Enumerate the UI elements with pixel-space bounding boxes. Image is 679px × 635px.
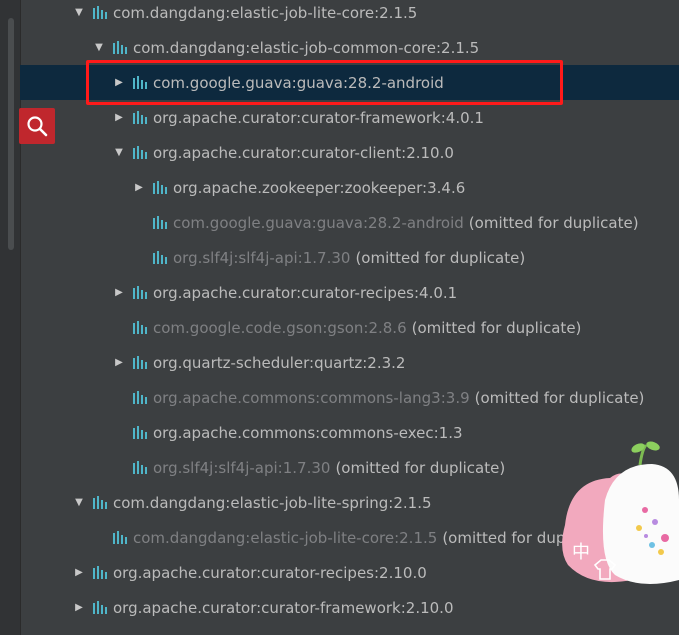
library-icon-wrap: [126, 285, 153, 300]
tree-row[interactable]: ▶ org.apache.curator:curator-framework:4.…: [20, 100, 679, 135]
dependency-coordinate: org.apache.curator:curator-recipes:2.10.…: [113, 563, 427, 582]
floating-sticker[interactable]: 中: [560, 440, 679, 590]
search-icon: [27, 116, 48, 137]
library-icon-wrap: [146, 250, 173, 265]
sticker-illustration: 中: [562, 441, 679, 584]
triangle-down-icon[interactable]: ▼: [112, 146, 126, 160]
omitted-note: (omitted for duplicate): [468, 213, 639, 232]
maven-library-icon: [133, 355, 147, 369]
tree-row[interactable]: com.google.guava:guava:28.2-android (omit…: [20, 205, 679, 240]
maven-library-icon: [93, 5, 107, 19]
library-icon-wrap: [126, 355, 153, 370]
maven-library-icon: [93, 600, 107, 614]
dependency-coordinate: com.google.code.gson:gson:2.8.6: [153, 318, 407, 337]
library-icon-wrap: [126, 320, 153, 335]
maven-library-icon: [153, 215, 167, 229]
maven-library-icon: [153, 250, 167, 264]
triangle-down-icon[interactable]: ▼: [92, 41, 106, 55]
omitted-note: (omitted for duplicate): [474, 388, 645, 407]
tree-row[interactable]: ▶ org.apache.zookeeper:zookeeper:3.4.6: [20, 170, 679, 205]
maven-library-icon: [133, 425, 147, 439]
maven-library-icon: [153, 180, 167, 194]
dependency-coordinate: org.apache.curator:curator-framework:4.0…: [153, 108, 484, 127]
library-icon-wrap: [86, 5, 113, 20]
triangle-right-icon[interactable]: ▶: [112, 111, 126, 125]
dependency-coordinate: org.apache.commons:commons-lang3:3.9: [153, 388, 470, 407]
dependency-coordinate: org.apache.commons:commons-exec:1.3: [153, 423, 463, 442]
library-icon-wrap: [126, 390, 153, 405]
library-icon-wrap: [106, 40, 133, 55]
triangle-right-icon[interactable]: ▶: [132, 181, 146, 195]
dependency-coordinate: org.slf4j:slf4j-api:1.7.30: [153, 458, 331, 477]
maven-library-icon: [93, 565, 107, 579]
omitted-note: (omitted for duplicate): [355, 248, 526, 267]
omitted-note: (omitted for duplicate): [411, 318, 582, 337]
library-icon-wrap: [146, 215, 173, 230]
dependency-coordinate: com.dangdang:elastic-job-lite-spring:2.1…: [113, 493, 432, 512]
library-icon-wrap: [86, 600, 113, 615]
triangle-down-icon[interactable]: ▼: [72, 6, 86, 20]
gutter-scrollbar[interactable]: [8, 18, 14, 250]
search-button[interactable]: [19, 108, 55, 144]
dependency-coordinate: com.dangdang:elastic-job-lite-core:2.1.5: [133, 528, 438, 547]
library-icon-wrap: [126, 110, 153, 125]
maven-library-icon: [133, 460, 147, 474]
dependency-coordinate: org.apache.curator:curator-framework:2.1…: [113, 598, 454, 617]
dependency-coordinate: org.slf4j:slf4j-api:1.7.30: [173, 248, 351, 267]
tree-row[interactable]: ▶ org.apache.curator:curator-framework:2.…: [20, 590, 679, 625]
tree-row[interactable]: org.apache.commons:commons-lang3:3.9 (omi…: [20, 380, 679, 415]
sticker-text: 中: [572, 542, 590, 563]
maven-library-icon: [133, 390, 147, 404]
dependency-coordinate: com.google.guava:guava:28.2-android: [173, 213, 464, 232]
maven-library-icon: [93, 495, 107, 509]
maven-library-icon: [133, 320, 147, 334]
library-icon-wrap: [126, 145, 153, 160]
dependency-coordinate: org.apache.zookeeper:zookeeper:3.4.6: [173, 178, 466, 197]
tree-row[interactable]: com.google.code.gson:gson:2.8.6 (omitted …: [20, 310, 679, 345]
triangle-right-icon[interactable]: ▶: [72, 566, 86, 580]
triangle-right-icon[interactable]: ▶: [112, 356, 126, 370]
library-icon-wrap: [126, 425, 153, 440]
tree-row[interactable]: ▼ org.apache.curator:curator-client:2.10.…: [20, 135, 679, 170]
left-gutter: [0, 0, 21, 635]
maven-library-icon: [133, 285, 147, 299]
triangle-down-icon[interactable]: ▼: [72, 496, 86, 510]
triangle-right-icon[interactable]: ▶: [72, 601, 86, 615]
library-icon-wrap: [126, 460, 153, 475]
dependency-coordinate: com.dangdang:elastic-job-lite-core:2.1.5: [113, 3, 418, 22]
tree-row[interactable]: ▶ org.quartz-scheduler:quartz:2.3.2: [20, 345, 679, 380]
tree-row[interactable]: org.slf4j:slf4j-api:1.7.30 (omitted for d…: [20, 240, 679, 275]
library-icon-wrap: [86, 495, 113, 510]
tree-row[interactable]: ▼ com.dangdang:elastic-job-lite-core:2.1.…: [20, 0, 679, 30]
maven-library-icon: [133, 145, 147, 159]
dependency-coordinate: org.quartz-scheduler:quartz:2.3.2: [153, 353, 406, 372]
maven-library-icon: [113, 530, 127, 544]
triangle-right-icon[interactable]: ▶: [112, 286, 126, 300]
dependency-coordinate: org.apache.curator:curator-recipes:4.0.1: [153, 283, 458, 302]
dependency-coordinate: org.apache.curator:curator-client:2.10.0: [153, 143, 454, 162]
maven-library-icon: [133, 110, 147, 124]
omitted-note: (omitted for duplicate): [335, 458, 506, 477]
library-icon-wrap: [86, 565, 113, 580]
library-icon-wrap: [146, 180, 173, 195]
dependency-coordinate: com.dangdang:elastic-job-common-core:2.1…: [133, 38, 480, 57]
maven-library-icon: [113, 40, 127, 54]
library-icon-wrap: [106, 530, 133, 545]
red-highlight-annotation: [86, 60, 563, 105]
tree-row[interactable]: ▶ org.apache.curator:curator-recipes:4.0.…: [20, 275, 679, 310]
